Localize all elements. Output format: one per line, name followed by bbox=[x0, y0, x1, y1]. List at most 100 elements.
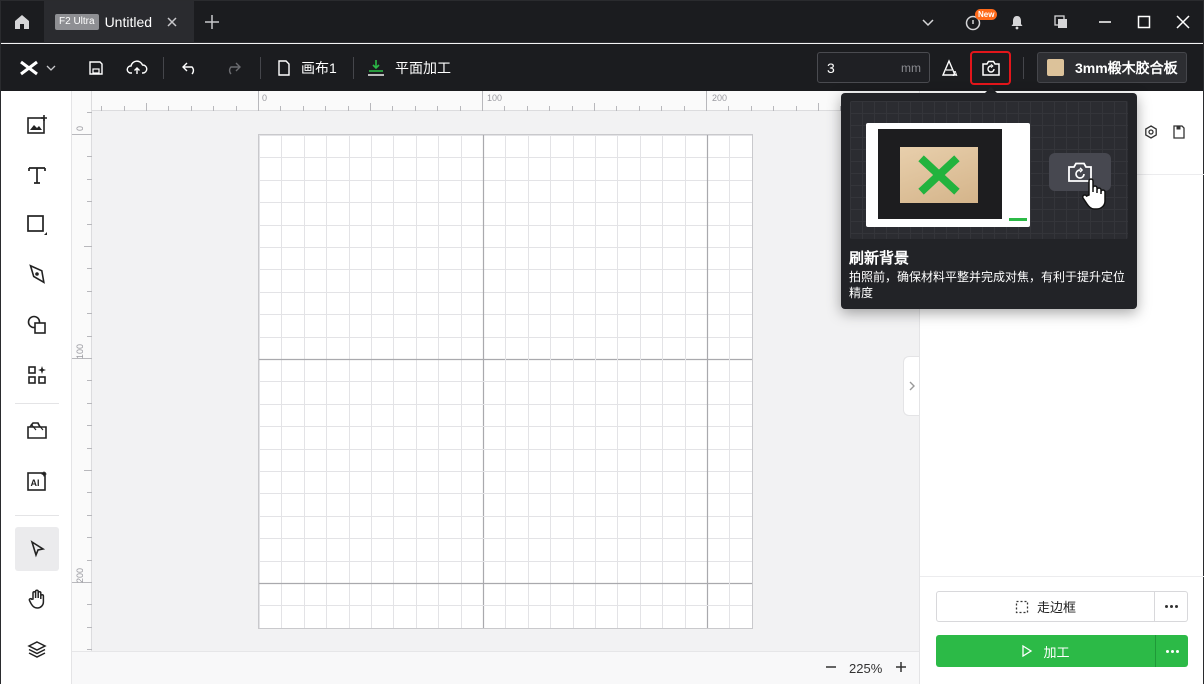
frame-more-button[interactable] bbox=[1155, 591, 1188, 622]
tooltip-illustration bbox=[850, 101, 1128, 239]
thickness-input[interactable]: 3 mm bbox=[817, 52, 930, 83]
select-tool[interactable] bbox=[15, 527, 59, 571]
add-tab-icon[interactable] bbox=[203, 13, 221, 31]
chevron-right-icon bbox=[909, 381, 915, 391]
refresh-background-tooltip: 刷新背景 拍照前，确保材料平整并完成对焦，有利于提升定位精度 bbox=[841, 93, 1137, 309]
illustration-wood bbox=[900, 147, 978, 203]
ruler-left-label: 100 bbox=[75, 343, 85, 359]
panel-save-button[interactable] bbox=[1172, 125, 1186, 144]
close-tab-icon[interactable] bbox=[164, 14, 180, 30]
auto-measure-button[interactable]: A bbox=[937, 55, 963, 81]
ruler-left-label: 0 bbox=[75, 125, 85, 131]
processing-mode-selector[interactable]: 平面加工 bbox=[366, 55, 456, 81]
layers-tool[interactable] bbox=[15, 627, 59, 671]
thickness-value: 3 bbox=[827, 60, 835, 76]
tool-sidebar: AI bbox=[1, 91, 72, 684]
home-icon bbox=[15, 15, 29, 29]
save-icon bbox=[89, 61, 103, 75]
more-icon bbox=[1165, 649, 1179, 653]
material-selector[interactable]: 3mm椴木胶合板 bbox=[1037, 52, 1187, 83]
process-label: 加工 bbox=[1043, 644, 1070, 660]
square-icon bbox=[27, 215, 47, 235]
canvas-selector[interactable]: 画布1 bbox=[277, 55, 341, 81]
zoom-in-icon[interactable] bbox=[894, 660, 908, 674]
shapes-icon bbox=[27, 315, 46, 334]
windows-icon bbox=[1054, 15, 1067, 28]
hand-pointer-icon bbox=[1082, 178, 1106, 210]
elements-library-tool[interactable] bbox=[15, 353, 59, 397]
shape-tool[interactable] bbox=[15, 203, 59, 247]
process-button[interactable]: 加工 bbox=[936, 635, 1155, 667]
title-bar: F2 Ultra Untitled New bbox=[1, 1, 1203, 43]
notifications-button[interactable] bbox=[1001, 1, 1033, 43]
save-button[interactable] bbox=[83, 55, 109, 81]
frame-button[interactable]: 走边框 bbox=[936, 591, 1155, 622]
app-window: F2 Ultra Untitled New 画布1 平面加工 3 mm A 3m… bbox=[0, 0, 1204, 684]
chevron-down-icon bbox=[46, 65, 56, 71]
material-swatch bbox=[1047, 59, 1064, 76]
undo-icon bbox=[182, 62, 195, 75]
app-menu-button[interactable] bbox=[15, 55, 61, 81]
firmware-update-button[interactable] bbox=[957, 1, 989, 43]
combine-shapes-tool[interactable] bbox=[15, 303, 59, 347]
document-icon bbox=[278, 60, 290, 76]
ruler-left-label: 200 bbox=[75, 567, 85, 583]
frame-label: 走边框 bbox=[1036, 600, 1076, 615]
cloud-upload-icon bbox=[126, 60, 148, 74]
machine-tag: F2 Ultra bbox=[55, 14, 99, 30]
redo-icon bbox=[228, 62, 241, 75]
canvas-area[interactable]: 0 100 200 0 100 200 bbox=[72, 91, 919, 651]
home-button[interactable] bbox=[1, 1, 43, 43]
panel-settings-button[interactable] bbox=[1144, 125, 1158, 144]
tooltip-title: 刷新背景 bbox=[849, 250, 910, 267]
chevron-down-icon bbox=[922, 19, 934, 27]
document-title: Untitled bbox=[104, 14, 153, 30]
undo-button[interactable] bbox=[177, 55, 203, 81]
project-library-tool[interactable] bbox=[15, 409, 59, 453]
minimize-icon bbox=[1099, 21, 1111, 23]
apps-icon bbox=[28, 366, 46, 384]
ai-image-icon: AI bbox=[27, 471, 47, 491]
cloud-upload-button[interactable] bbox=[123, 55, 151, 81]
zoom-level[interactable]: 225% bbox=[849, 661, 882, 676]
maximize-button[interactable] bbox=[1128, 1, 1160, 43]
pen-tool[interactable] bbox=[15, 253, 59, 297]
cursor-icon bbox=[30, 540, 46, 558]
flat-processing-icon bbox=[368, 60, 384, 76]
more-icon bbox=[1164, 605, 1178, 608]
xtool-logo-icon bbox=[20, 60, 38, 76]
camera-refresh-icon bbox=[981, 60, 1000, 76]
save-icon bbox=[1173, 125, 1185, 139]
play-icon bbox=[1022, 645, 1033, 657]
settings-icon bbox=[1145, 125, 1157, 139]
window-switch-button[interactable] bbox=[1045, 1, 1077, 43]
pan-tool[interactable] bbox=[15, 577, 59, 621]
layers-icon bbox=[27, 641, 47, 658]
material-label: 3mm椴木胶合板 bbox=[1075, 59, 1178, 76]
frame-icon bbox=[1015, 600, 1029, 613]
close-icon bbox=[1176, 15, 1190, 29]
illustration-screen bbox=[866, 123, 1030, 227]
svg-text:AI: AI bbox=[31, 478, 40, 488]
text-tool[interactable] bbox=[15, 153, 59, 197]
close-window-button[interactable] bbox=[1167, 1, 1199, 43]
tabs-dropdown-button[interactable] bbox=[913, 1, 943, 43]
main-toolbar: 画布1 平面加工 3 mm A 3mm椴木胶合板 bbox=[1, 44, 1203, 91]
text-icon bbox=[28, 167, 46, 184]
xtool-logo-icon bbox=[918, 155, 960, 195]
insert-image-tool[interactable] bbox=[15, 103, 59, 147]
zoom-out-icon[interactable] bbox=[824, 660, 838, 674]
ruler-top-label: 100 bbox=[487, 93, 503, 103]
ai-tool[interactable]: AI bbox=[15, 459, 59, 503]
tooltip-description: 拍照前，确保材料平整并完成对焦，有利于提升定位精度 bbox=[849, 270, 1126, 300]
document-tab[interactable]: F2 Ultra Untitled bbox=[44, 1, 194, 43]
panel-collapse-toggle[interactable] bbox=[903, 356, 920, 416]
redo-button[interactable] bbox=[220, 55, 246, 81]
refresh-background-button[interactable] bbox=[970, 51, 1011, 85]
process-more-button[interactable] bbox=[1155, 635, 1188, 667]
thickness-unit: mm bbox=[901, 61, 921, 75]
ruler-left: 0 100 200 bbox=[72, 91, 92, 651]
minimize-button[interactable] bbox=[1089, 1, 1121, 43]
hand-icon bbox=[28, 589, 45, 609]
work-area-board[interactable] bbox=[258, 134, 753, 629]
